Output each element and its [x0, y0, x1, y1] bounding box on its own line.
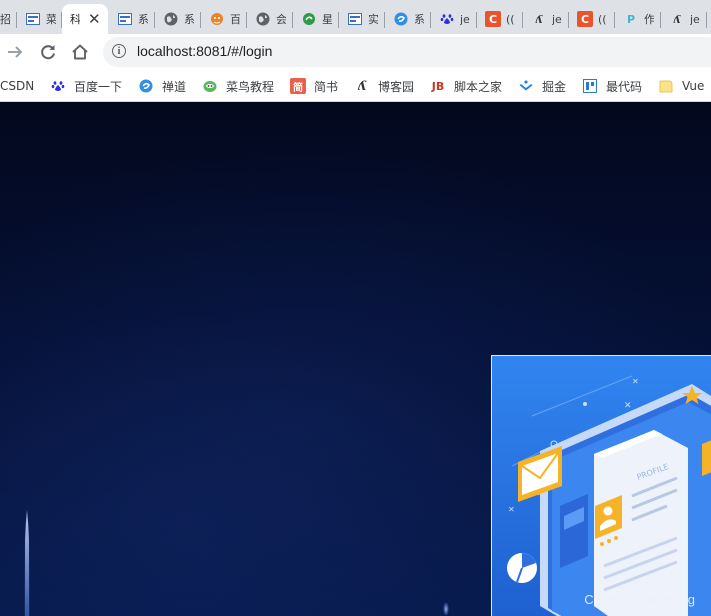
globe-icon	[255, 11, 271, 27]
bookmark-label: 百度一下	[74, 79, 123, 94]
zuidaima-icon	[582, 78, 598, 94]
tab-label: 科	[70, 13, 80, 26]
runoob-icon	[202, 78, 218, 94]
bookmark-jb51[interactable]: JB 脚本之家	[430, 76, 502, 96]
script-icon: ʎ	[535, 12, 543, 26]
bookmark-juejin[interactable]: 掘金	[518, 76, 566, 96]
tab[interactable]: C ((	[477, 4, 523, 34]
tab[interactable]: 系	[108, 4, 155, 34]
bookmark-label: 脚本之家	[454, 79, 503, 94]
bookmark-chandao[interactable]: 禅道	[138, 76, 186, 96]
login-illustration: ✕ ✕ ✕ ✕ PROFILE	[491, 355, 711, 616]
jb51-icon: JB	[431, 79, 445, 93]
script-icon: ʎ	[357, 78, 367, 94]
bookmark-label: 菜鸟教程	[226, 79, 275, 94]
tab-label: je	[552, 12, 562, 26]
tab-active[interactable]: 科 ✕	[62, 4, 108, 34]
tab-label: je	[690, 12, 700, 26]
tab-label: 作	[644, 13, 654, 26]
svg-text:✕: ✕	[624, 401, 632, 411]
city-light	[443, 602, 449, 616]
tab-label: 系	[414, 13, 424, 26]
fox-icon	[209, 11, 225, 27]
tab[interactable]: 系	[155, 4, 201, 34]
baidu-paw-icon	[50, 78, 66, 94]
browser-toolbar: i localhost:8081/#/login	[0, 34, 711, 70]
p-icon: P	[626, 12, 636, 26]
reload-icon	[41, 45, 55, 60]
tab-label: 实	[368, 13, 378, 26]
globe-icon	[163, 11, 179, 27]
tab-label: ((	[598, 12, 607, 26]
tab-strip: 招 菜 科 ✕ 系 系 百 会 星 实 系 je C ((ʎ je C ((…	[0, 0, 711, 34]
bookmark-cnblogs[interactable]: ʎ 博客园	[354, 76, 414, 96]
profile-illustration-graphic: ✕ ✕ ✕ ✕ PROFILE	[492, 356, 711, 616]
generic-page-icon	[117, 11, 133, 27]
tab-label: je	[460, 12, 470, 26]
tab[interactable]: 会	[247, 4, 293, 34]
tab-label: 招	[0, 13, 10, 26]
green-circle-icon	[301, 11, 317, 27]
swirl-icon	[393, 11, 409, 27]
csdn-c-icon: C	[577, 11, 593, 27]
bookmark-folder-vue[interactable]: Vue	[658, 76, 704, 96]
tab[interactable]: ʎ je	[661, 4, 707, 34]
tab[interactable]: je	[431, 4, 477, 34]
tab-label: 星	[322, 13, 332, 26]
swirl-icon	[138, 78, 154, 94]
tab-label: 会	[276, 13, 286, 26]
bookmark-label: 最代码	[606, 79, 643, 94]
juejin-icon	[518, 78, 534, 94]
tab[interactable]: 星	[293, 4, 339, 34]
tab[interactable]: 招	[0, 4, 17, 34]
tab-label: ((	[506, 12, 515, 26]
bookmarks-bar: CSDN 百度一下 禅道 菜鸟教程 简 简书 ʎ 博客园 JB 脚本之家 掘金	[0, 70, 711, 102]
tab[interactable]: P 作	[615, 4, 661, 34]
tab[interactable]: C ((	[569, 4, 615, 34]
bookmark-label: Vue	[682, 79, 705, 93]
generic-page-icon	[25, 11, 41, 27]
bookmark-label: 简书	[314, 79, 339, 94]
bookmark-label: 博客园	[378, 79, 415, 94]
home-button[interactable]	[68, 40, 92, 64]
baidu-paw-icon	[439, 11, 455, 27]
login-page-background: ✕ ✕ ✕ ✕ PROFILE	[0, 102, 711, 616]
script-icon: ʎ	[673, 12, 681, 26]
forward-button[interactable]	[3, 40, 27, 64]
svg-text:✕: ✕	[508, 505, 515, 514]
tab-label: 系	[184, 13, 194, 26]
tab[interactable]: 实	[339, 4, 385, 34]
tab-label: 系	[138, 13, 148, 26]
tab[interactable]: ʎ je	[523, 4, 569, 34]
bookmark-label: 禅道	[162, 79, 187, 94]
tab[interactable]: 菜	[17, 4, 62, 34]
jianshu-icon: 简	[290, 78, 306, 94]
bookmark-csdn[interactable]: CSDN	[0, 76, 34, 96]
watermark-text: CSDN @Sun Peng	[584, 592, 695, 607]
bookmark-label: 掘金	[542, 79, 567, 94]
csdn-c-icon: C	[485, 11, 501, 27]
tab-label: 百	[230, 13, 240, 26]
generic-page-icon	[347, 11, 363, 27]
tower-spire	[24, 510, 30, 616]
address-bar[interactable]: i localhost:8081/#/login	[103, 37, 711, 67]
close-icon[interactable]: ✕	[88, 11, 101, 27]
bookmark-zuidaima[interactable]: 最代码	[582, 76, 642, 96]
folder-icon	[658, 78, 674, 94]
tab[interactable]: 系	[385, 4, 431, 34]
bookmark-baidu[interactable]: 百度一下	[50, 76, 122, 96]
bookmark-jianshu[interactable]: 简 简书	[290, 76, 338, 96]
bookmark-label: CSDN	[0, 79, 35, 93]
arrow-right-icon	[8, 46, 23, 58]
home-icon	[72, 44, 88, 60]
reload-button[interactable]	[36, 40, 60, 64]
url-text[interactable]: localhost:8081/#/login	[137, 43, 272, 59]
info-icon[interactable]: i	[112, 44, 126, 58]
tab-label: 菜	[46, 13, 56, 26]
bookmark-runoob[interactable]: 菜鸟教程	[202, 76, 274, 96]
svg-text:✕: ✕	[632, 377, 639, 386]
tab[interactable]: 百	[201, 4, 247, 34]
